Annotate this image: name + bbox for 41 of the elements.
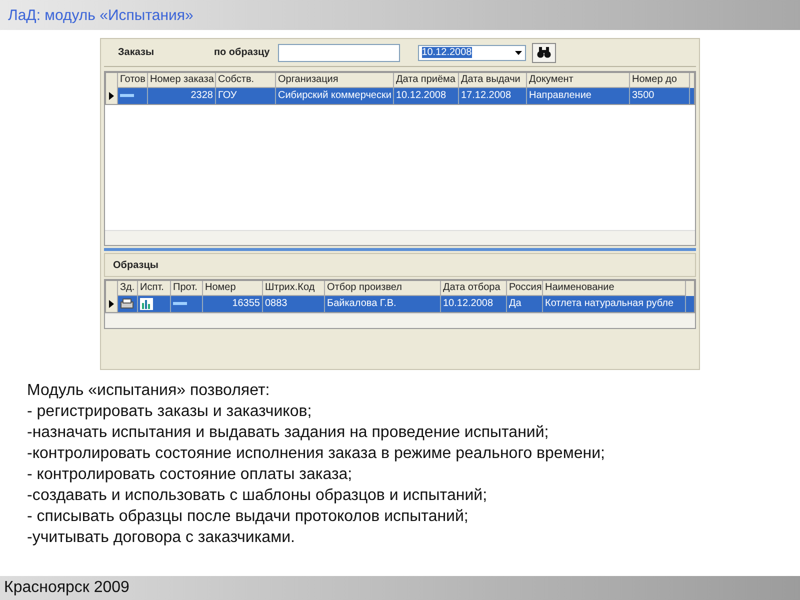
section-label: Образцы — [113, 260, 158, 270]
feature-item: - контролировать состояние оплаты заказа; — [27, 465, 354, 485]
horizontal-scrollbar[interactable] — [105, 230, 695, 245]
section-label: Заказы — [118, 47, 156, 58]
horizontal-scrollbar[interactable] — [105, 313, 695, 328]
chart-icon — [140, 298, 153, 310]
table-cell: 16355 — [203, 296, 263, 312]
table-cell: Байкалова Г.В. — [325, 296, 441, 312]
table-cell: Сибирский коммерчески — [276, 88, 394, 104]
table-cell: 2328 — [148, 88, 216, 104]
footer-text: Красноярск 2009 — [4, 579, 130, 597]
feature-item: -контролировать состояние исполнения заказа в режиме реального времени; — [27, 444, 606, 464]
table-cell: 17.12.2008 — [459, 88, 527, 104]
search-label: по образцу — [214, 47, 270, 58]
table-cell: Котлета натуральная рубле — [543, 296, 686, 312]
table-cell: Направление — [527, 88, 630, 104]
date-dropdown[interactable]: 10.12.2008 — [418, 44, 526, 60]
table-cell: Да — [507, 296, 543, 312]
caret-icon — [514, 50, 522, 54]
feature-item: -назначать испытания и выдавать задания на проведение испытаний; — [27, 423, 550, 443]
table-cell: 10.12.2008 — [394, 88, 459, 104]
slide-title: ЛаД: модуль «Испытания» — [8, 6, 194, 24]
feature-item: -учитывать договора с заказчиками. — [27, 528, 296, 548]
table-cell: 10.12.2008 — [441, 296, 507, 312]
dash-icon — [173, 302, 187, 306]
search-field[interactable] — [278, 44, 400, 62]
binoculars-icon — [536, 47, 551, 58]
intro-text: Модуль «испытания» позволяет: — [27, 381, 271, 401]
table-cell: ГОУ — [216, 88, 276, 104]
search-button[interactable] — [532, 42, 556, 62]
feature-item: -создавать и использовать с шаблоны образцов и испытаний; — [27, 486, 488, 506]
row-pointer-icon — [109, 92, 114, 100]
printer-icon — [120, 298, 134, 310]
table-row[interactable]: 16355 0883 Байкалова Г.В. 10.12.2008 Да Котлета натуральная рубле — [106, 296, 694, 312]
table-cell: 3500 — [630, 88, 690, 104]
table-cell: 0883 — [263, 296, 325, 312]
feature-item: - списывать образцы после выдачи протоколов испытаний; — [27, 507, 470, 527]
feature-item: - регистрировать заказы и заказчиков; — [27, 402, 313, 422]
row-pointer-icon — [109, 300, 114, 308]
dash-icon — [120, 94, 134, 98]
table-row[interactable]: 2328 ГОУ Сибирский коммерчески 10.12.2008 17.12.2008 Направление 3500 — [106, 88, 694, 104]
